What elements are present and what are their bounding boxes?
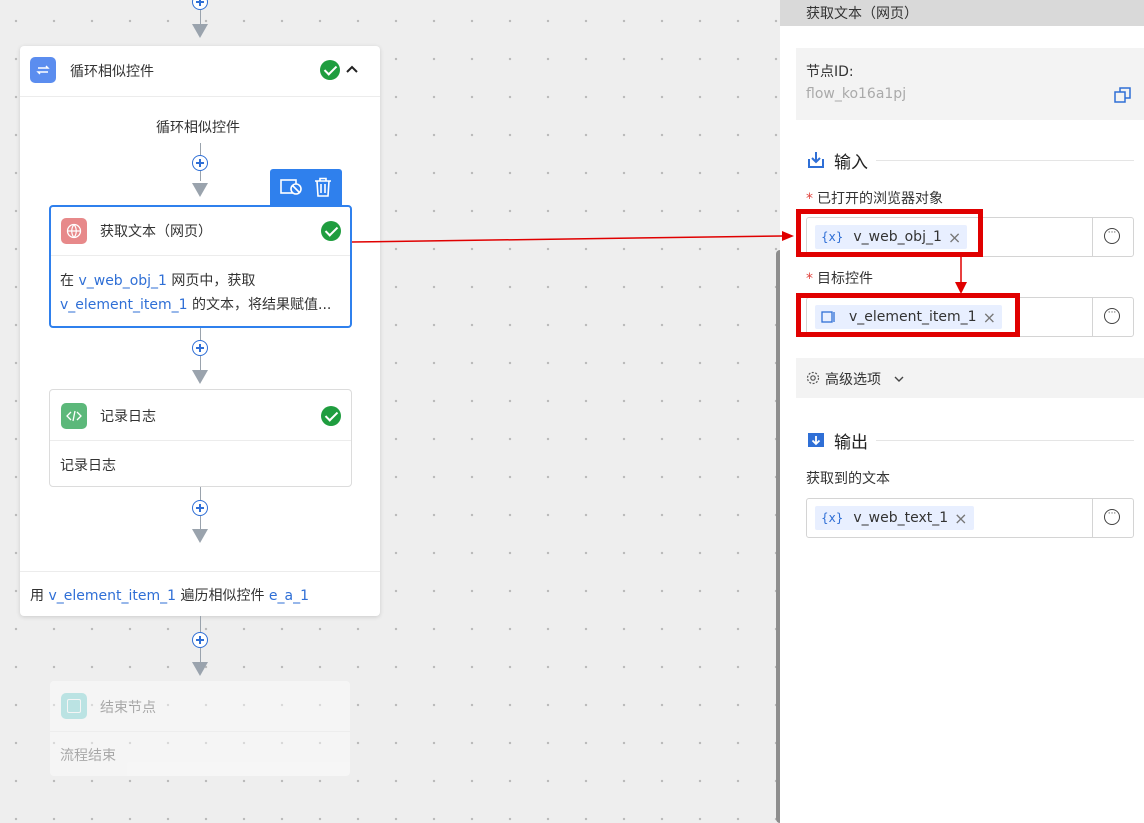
- annotation-arrows: [351, 231, 967, 294]
